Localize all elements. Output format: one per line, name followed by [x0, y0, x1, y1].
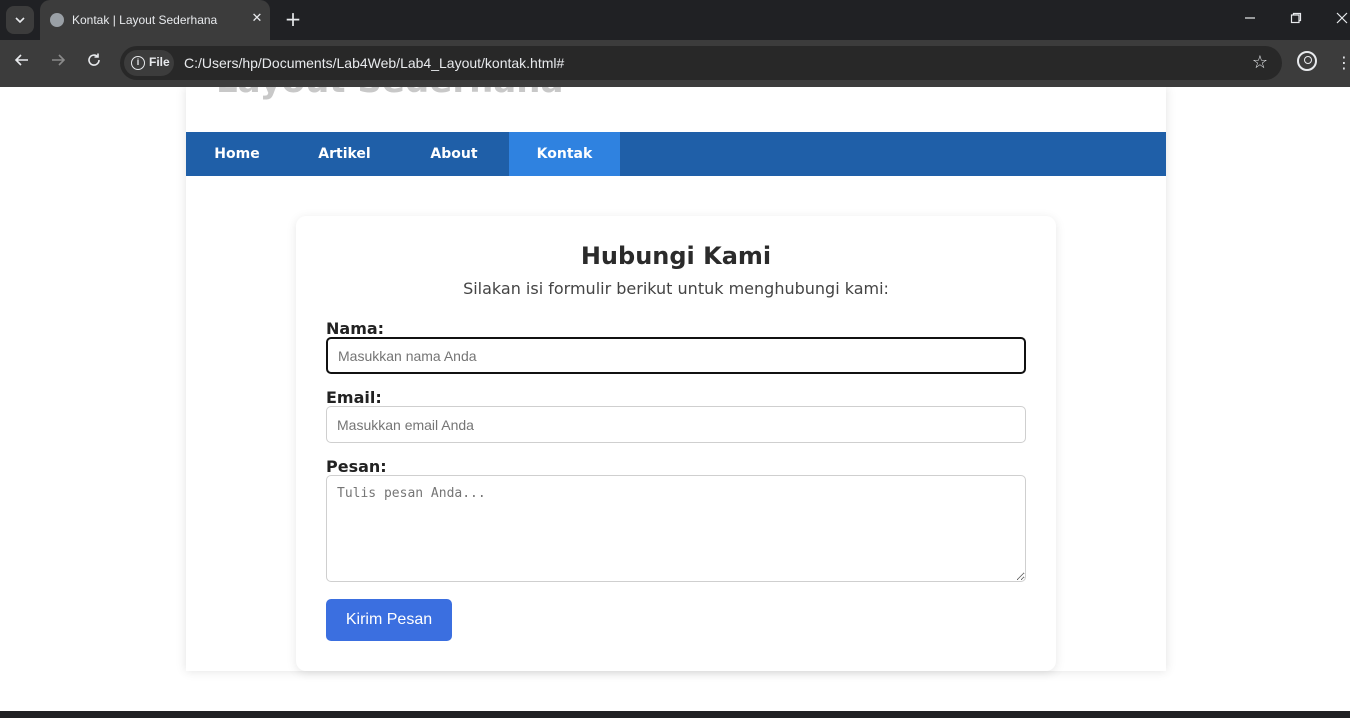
email-field[interactable]: [326, 406, 1026, 443]
form-subtitle: Silakan isi formulir berikut untuk mengh…: [463, 279, 889, 298]
site-chip-label: File: [149, 55, 170, 69]
minimize-icon[interactable]: [1238, 8, 1262, 32]
close-icon[interactable]: ✕: [248, 10, 266, 28]
nav-kontak[interactable]: Kontak: [509, 132, 620, 176]
kebab-menu-icon[interactable]: ⋮: [1336, 51, 1350, 75]
main-nav: Home Artikel About Kontak: [186, 132, 1166, 176]
page-container: Layout Sederhana Home Artikel About Kont…: [186, 87, 1166, 671]
plus-icon[interactable]: +: [282, 8, 304, 30]
profile-icon[interactable]: [1297, 51, 1317, 71]
browser-tab-active[interactable]: Kontak | Layout Sederhana ✕: [40, 0, 270, 40]
nav-home[interactable]: Home: [186, 132, 288, 176]
back-icon[interactable]: [10, 51, 34, 75]
nav-about[interactable]: About: [401, 132, 507, 176]
reload-icon[interactable]: [82, 51, 106, 75]
info-icon: i: [131, 56, 145, 70]
address-bar[interactable]: i File C:/Users/hp/Documents/Lab4Web/Lab…: [120, 46, 1282, 80]
site-info-chip[interactable]: i File: [124, 50, 174, 76]
url-text[interactable]: C:/Users/hp/Documents/Lab4Web/Lab4_Layou…: [184, 55, 564, 71]
star-icon[interactable]: ☆: [1248, 51, 1272, 75]
email-label: Email:: [326, 388, 382, 407]
taskbar-edge: [0, 711, 1350, 718]
forward-icon[interactable]: [46, 51, 70, 75]
name-label: Nama:: [326, 319, 385, 338]
restore-icon[interactable]: [1284, 8, 1308, 32]
globe-icon: [50, 13, 64, 27]
form-title: Hubungi Kami: [580, 242, 772, 270]
close-window-icon[interactable]: [1330, 8, 1350, 32]
browser-tab-strip: Kontak | Layout Sederhana ✕ +: [0, 0, 1350, 40]
nav-artikel[interactable]: Artikel: [288, 132, 401, 176]
contact-form: Hubungi Kami Silakan isi formulir beriku…: [296, 216, 1056, 671]
site-title: Layout Sederhana: [216, 87, 563, 101]
page-viewport: Layout Sederhana Home Artikel About Kont…: [0, 87, 1350, 711]
chevron-down-icon: [15, 17, 25, 23]
tab-list-button[interactable]: [6, 6, 34, 34]
submit-button[interactable]: Kirim Pesan: [326, 599, 452, 641]
tab-title: Kontak | Layout Sederhana: [72, 13, 218, 27]
message-field[interactable]: [326, 475, 1026, 582]
name-field[interactable]: [326, 337, 1026, 374]
message-label: Pesan:: [326, 457, 387, 476]
browser-toolbar: i File C:/Users/hp/Documents/Lab4Web/Lab…: [0, 40, 1350, 87]
